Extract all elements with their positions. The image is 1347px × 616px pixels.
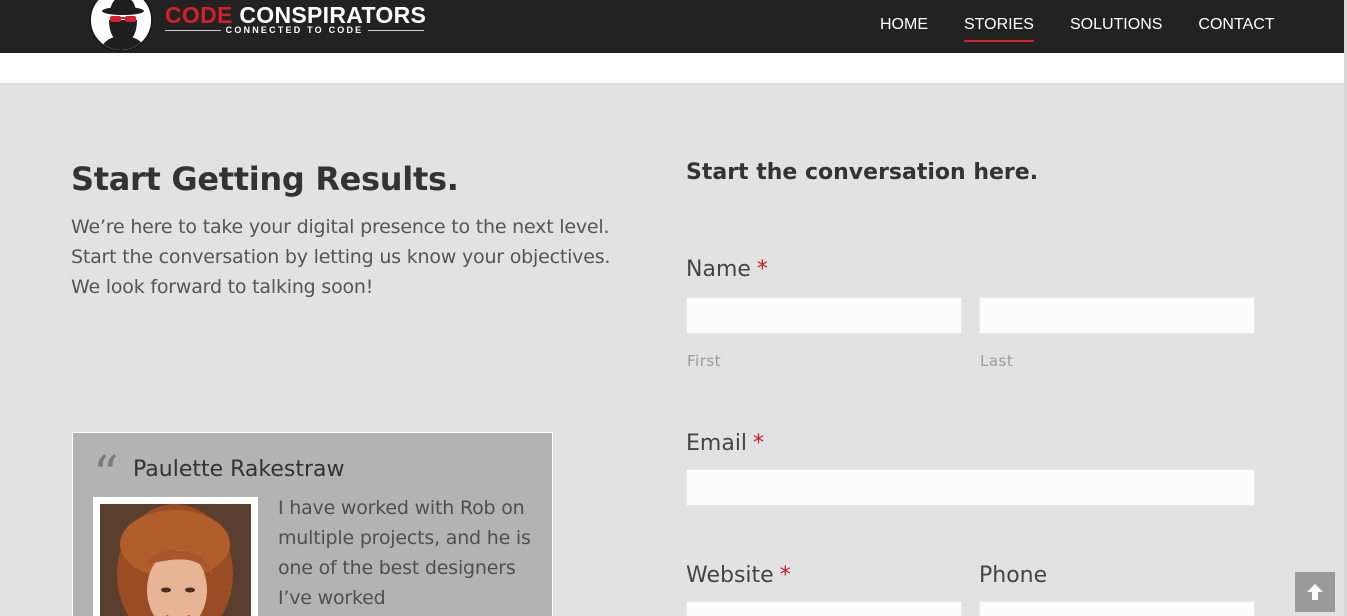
main-nav: HOME STORIES SOLUTIONS CONTACT xyxy=(880,16,1311,42)
website-label: Website * xyxy=(686,563,791,588)
phone-label-text: Phone xyxy=(979,563,1048,588)
website-input[interactable] xyxy=(686,601,962,616)
website-required-mark: * xyxy=(779,563,791,588)
scroll-to-top-button[interactable] xyxy=(1295,572,1335,612)
name-required-mark: * xyxy=(756,257,768,282)
first-name-sublabel: First xyxy=(687,352,722,370)
email-label: Email * xyxy=(686,431,764,456)
name-label: Name * xyxy=(686,257,768,282)
last-name-input[interactable] xyxy=(979,297,1255,334)
nav-solutions[interactable]: SOLUTIONS xyxy=(1070,16,1162,40)
email-required-mark: * xyxy=(753,431,765,456)
tagline-text: CONNECTED TO CODE xyxy=(225,25,364,35)
email-input[interactable] xyxy=(686,469,1255,506)
quote-icon: “ xyxy=(93,445,119,503)
form-heading: Start the conversation here. xyxy=(686,160,1039,185)
testimonial-card: “ Paulette Rakestraw I have worked with … xyxy=(72,432,553,616)
nav-contact[interactable]: CONTACT xyxy=(1198,16,1274,40)
name-label-text: Name xyxy=(686,257,751,282)
site-header: CODE CONSPIRATORS CONNECTED TO CODE HOME… xyxy=(0,0,1347,53)
page-title: Start Getting Results. xyxy=(71,160,459,198)
logo-spy-icon[interactable] xyxy=(89,0,153,52)
testimonial-author: Paulette Rakestraw xyxy=(133,457,345,482)
last-name-sublabel: Last xyxy=(980,352,1014,370)
nav-stories[interactable]: STORIES xyxy=(964,16,1034,42)
phone-label: Phone xyxy=(979,563,1047,588)
website-label-text: Website xyxy=(686,563,774,588)
testimonial-photo-frame xyxy=(93,497,258,616)
testimonial-photo xyxy=(100,504,251,616)
tagline-rule-left xyxy=(165,29,221,31)
first-name-input[interactable] xyxy=(686,297,962,334)
arrow-up-icon xyxy=(1307,584,1323,600)
intro-text: We’re here to take your digital presence… xyxy=(71,216,611,298)
testimonial-text: I have worked with Rob on multiple proje… xyxy=(278,497,531,609)
phone-input[interactable] xyxy=(979,601,1255,616)
nav-home[interactable]: HOME xyxy=(880,16,928,40)
brand-tagline: CONNECTED TO CODE xyxy=(165,25,424,35)
header-spacer-band xyxy=(0,53,1347,83)
tagline-rule-right xyxy=(368,29,424,31)
email-label-text: Email xyxy=(686,431,748,456)
